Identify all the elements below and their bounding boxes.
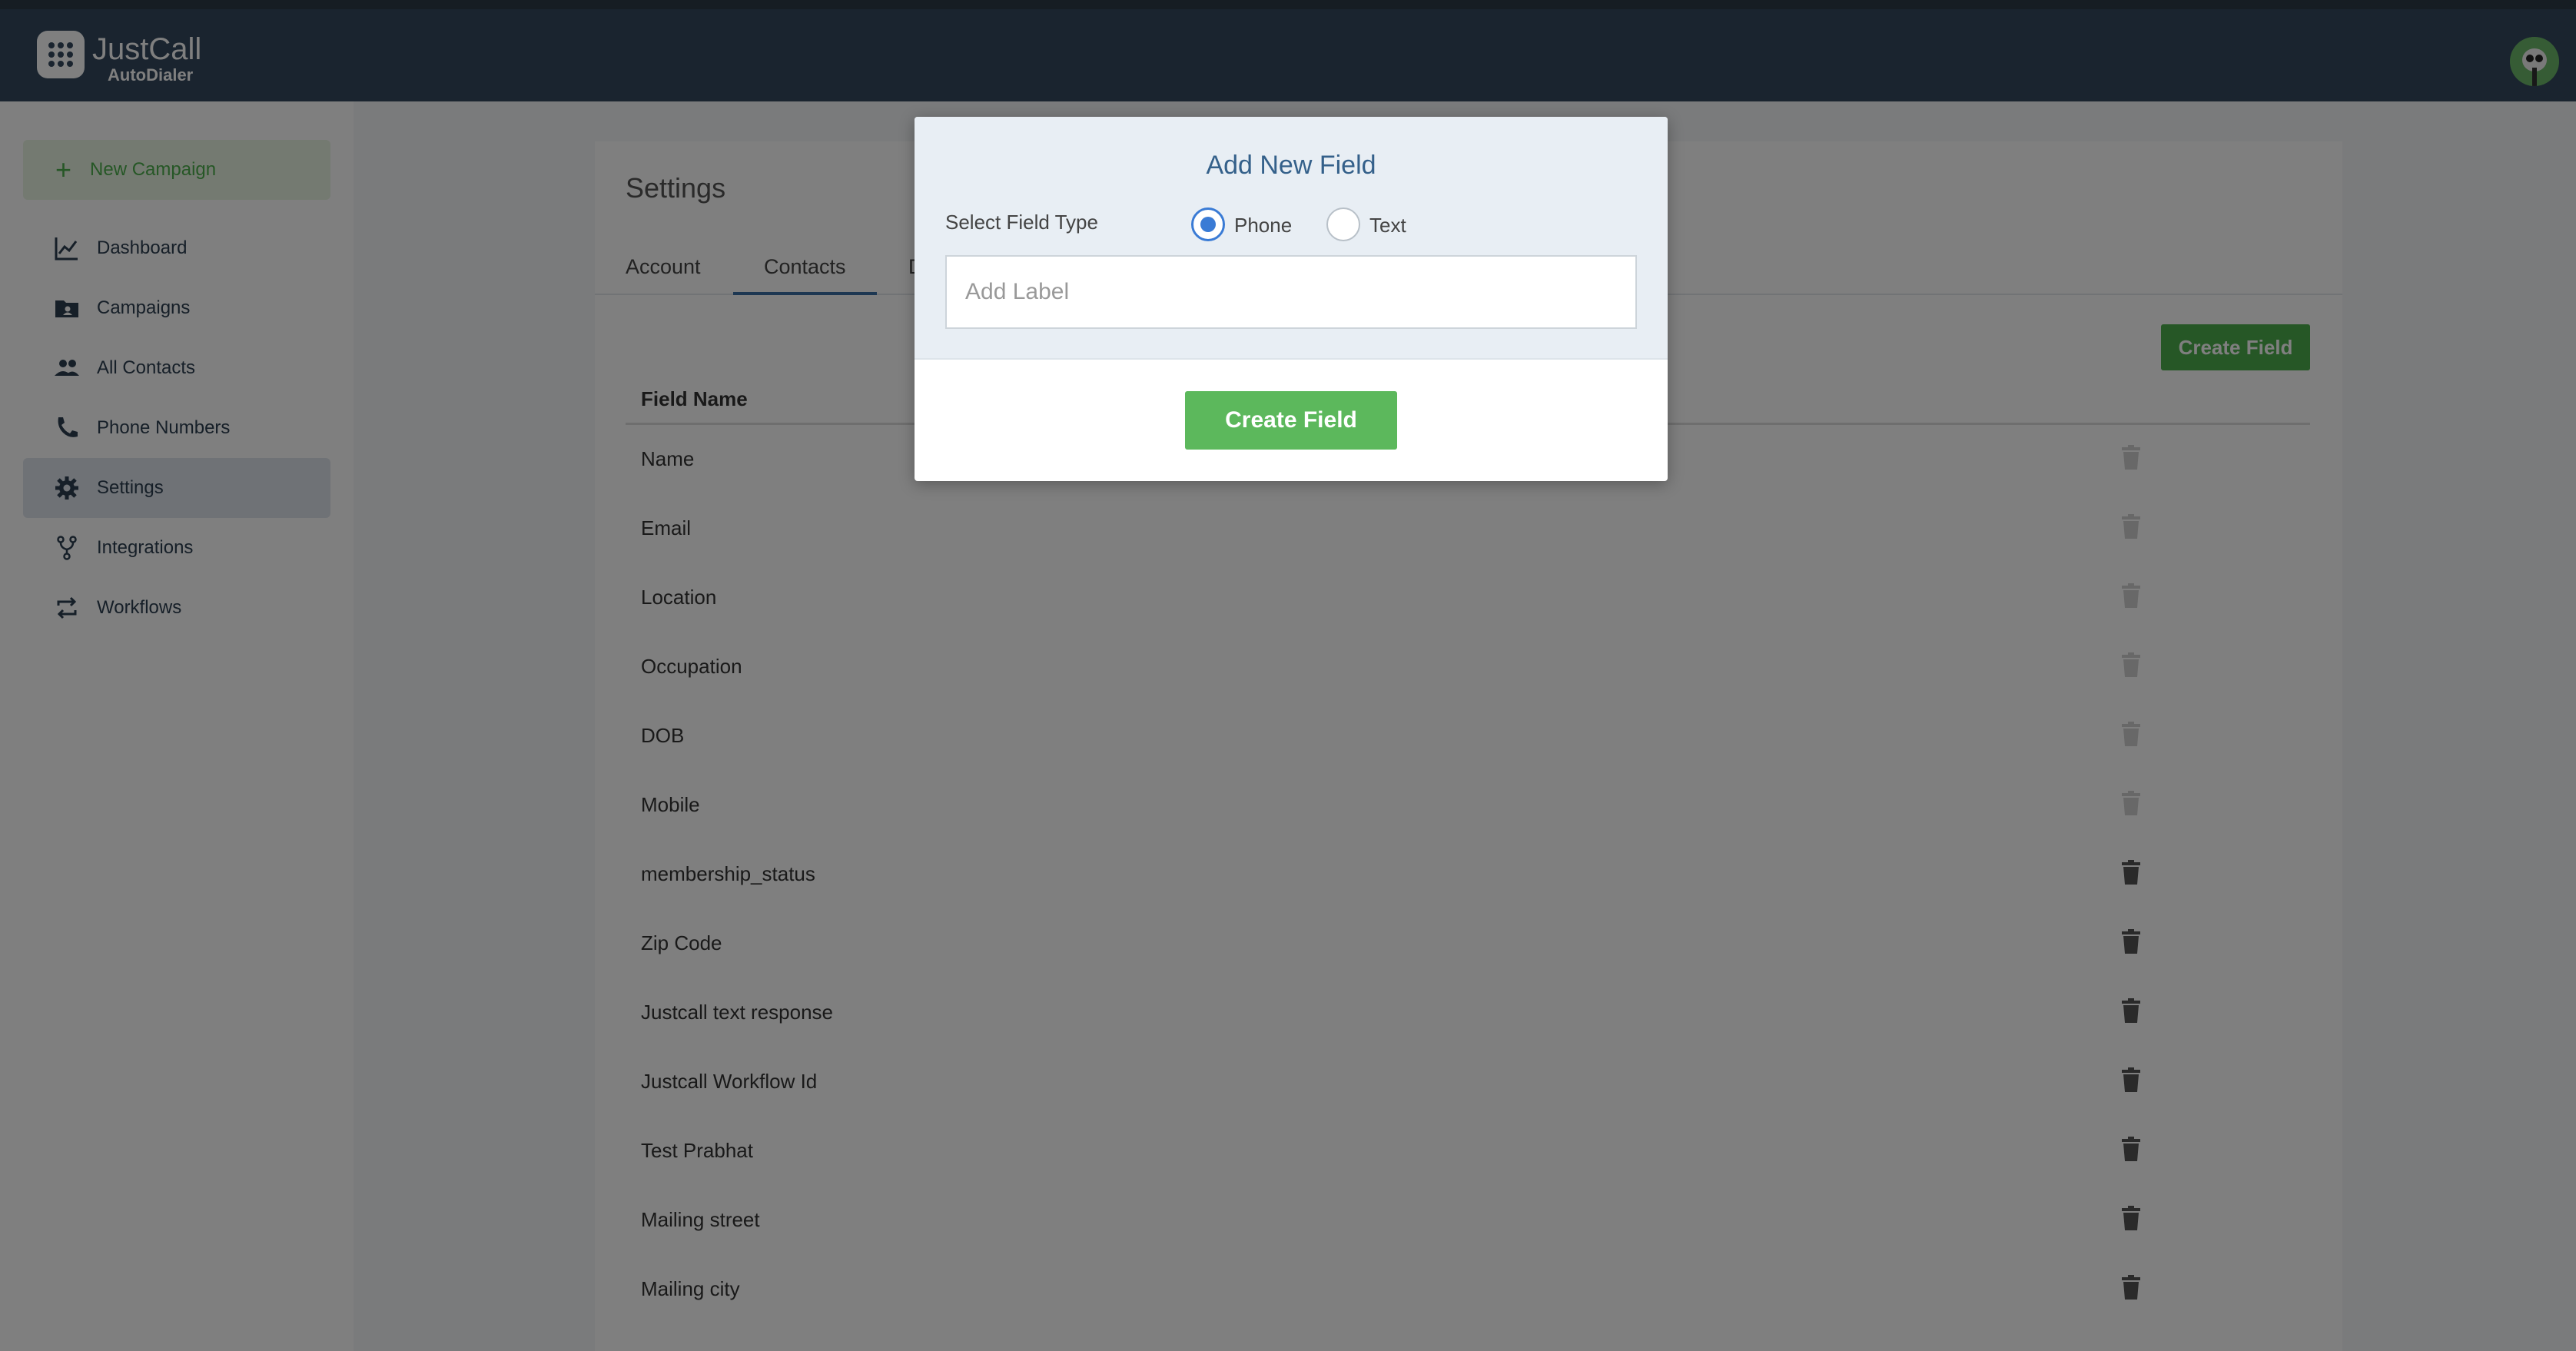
radio-phone-label: Phone — [1234, 214, 1293, 237]
radio-text-label: Text — [1369, 214, 1406, 237]
add-field-modal: Add New Field Select Field Type Phone Te… — [915, 117, 1668, 481]
modal-title: Add New Field — [1206, 151, 1376, 180]
modal-body: Add New Field Select Field Type Phone Te… — [915, 117, 1668, 360]
label-input[interactable] — [945, 255, 1637, 329]
modal-create-field-button[interactable]: Create Field — [1185, 391, 1397, 450]
field-type-label: Select Field Type — [945, 211, 1098, 234]
radio-text[interactable] — [1326, 207, 1360, 241]
radio-phone[interactable] — [1191, 207, 1225, 241]
